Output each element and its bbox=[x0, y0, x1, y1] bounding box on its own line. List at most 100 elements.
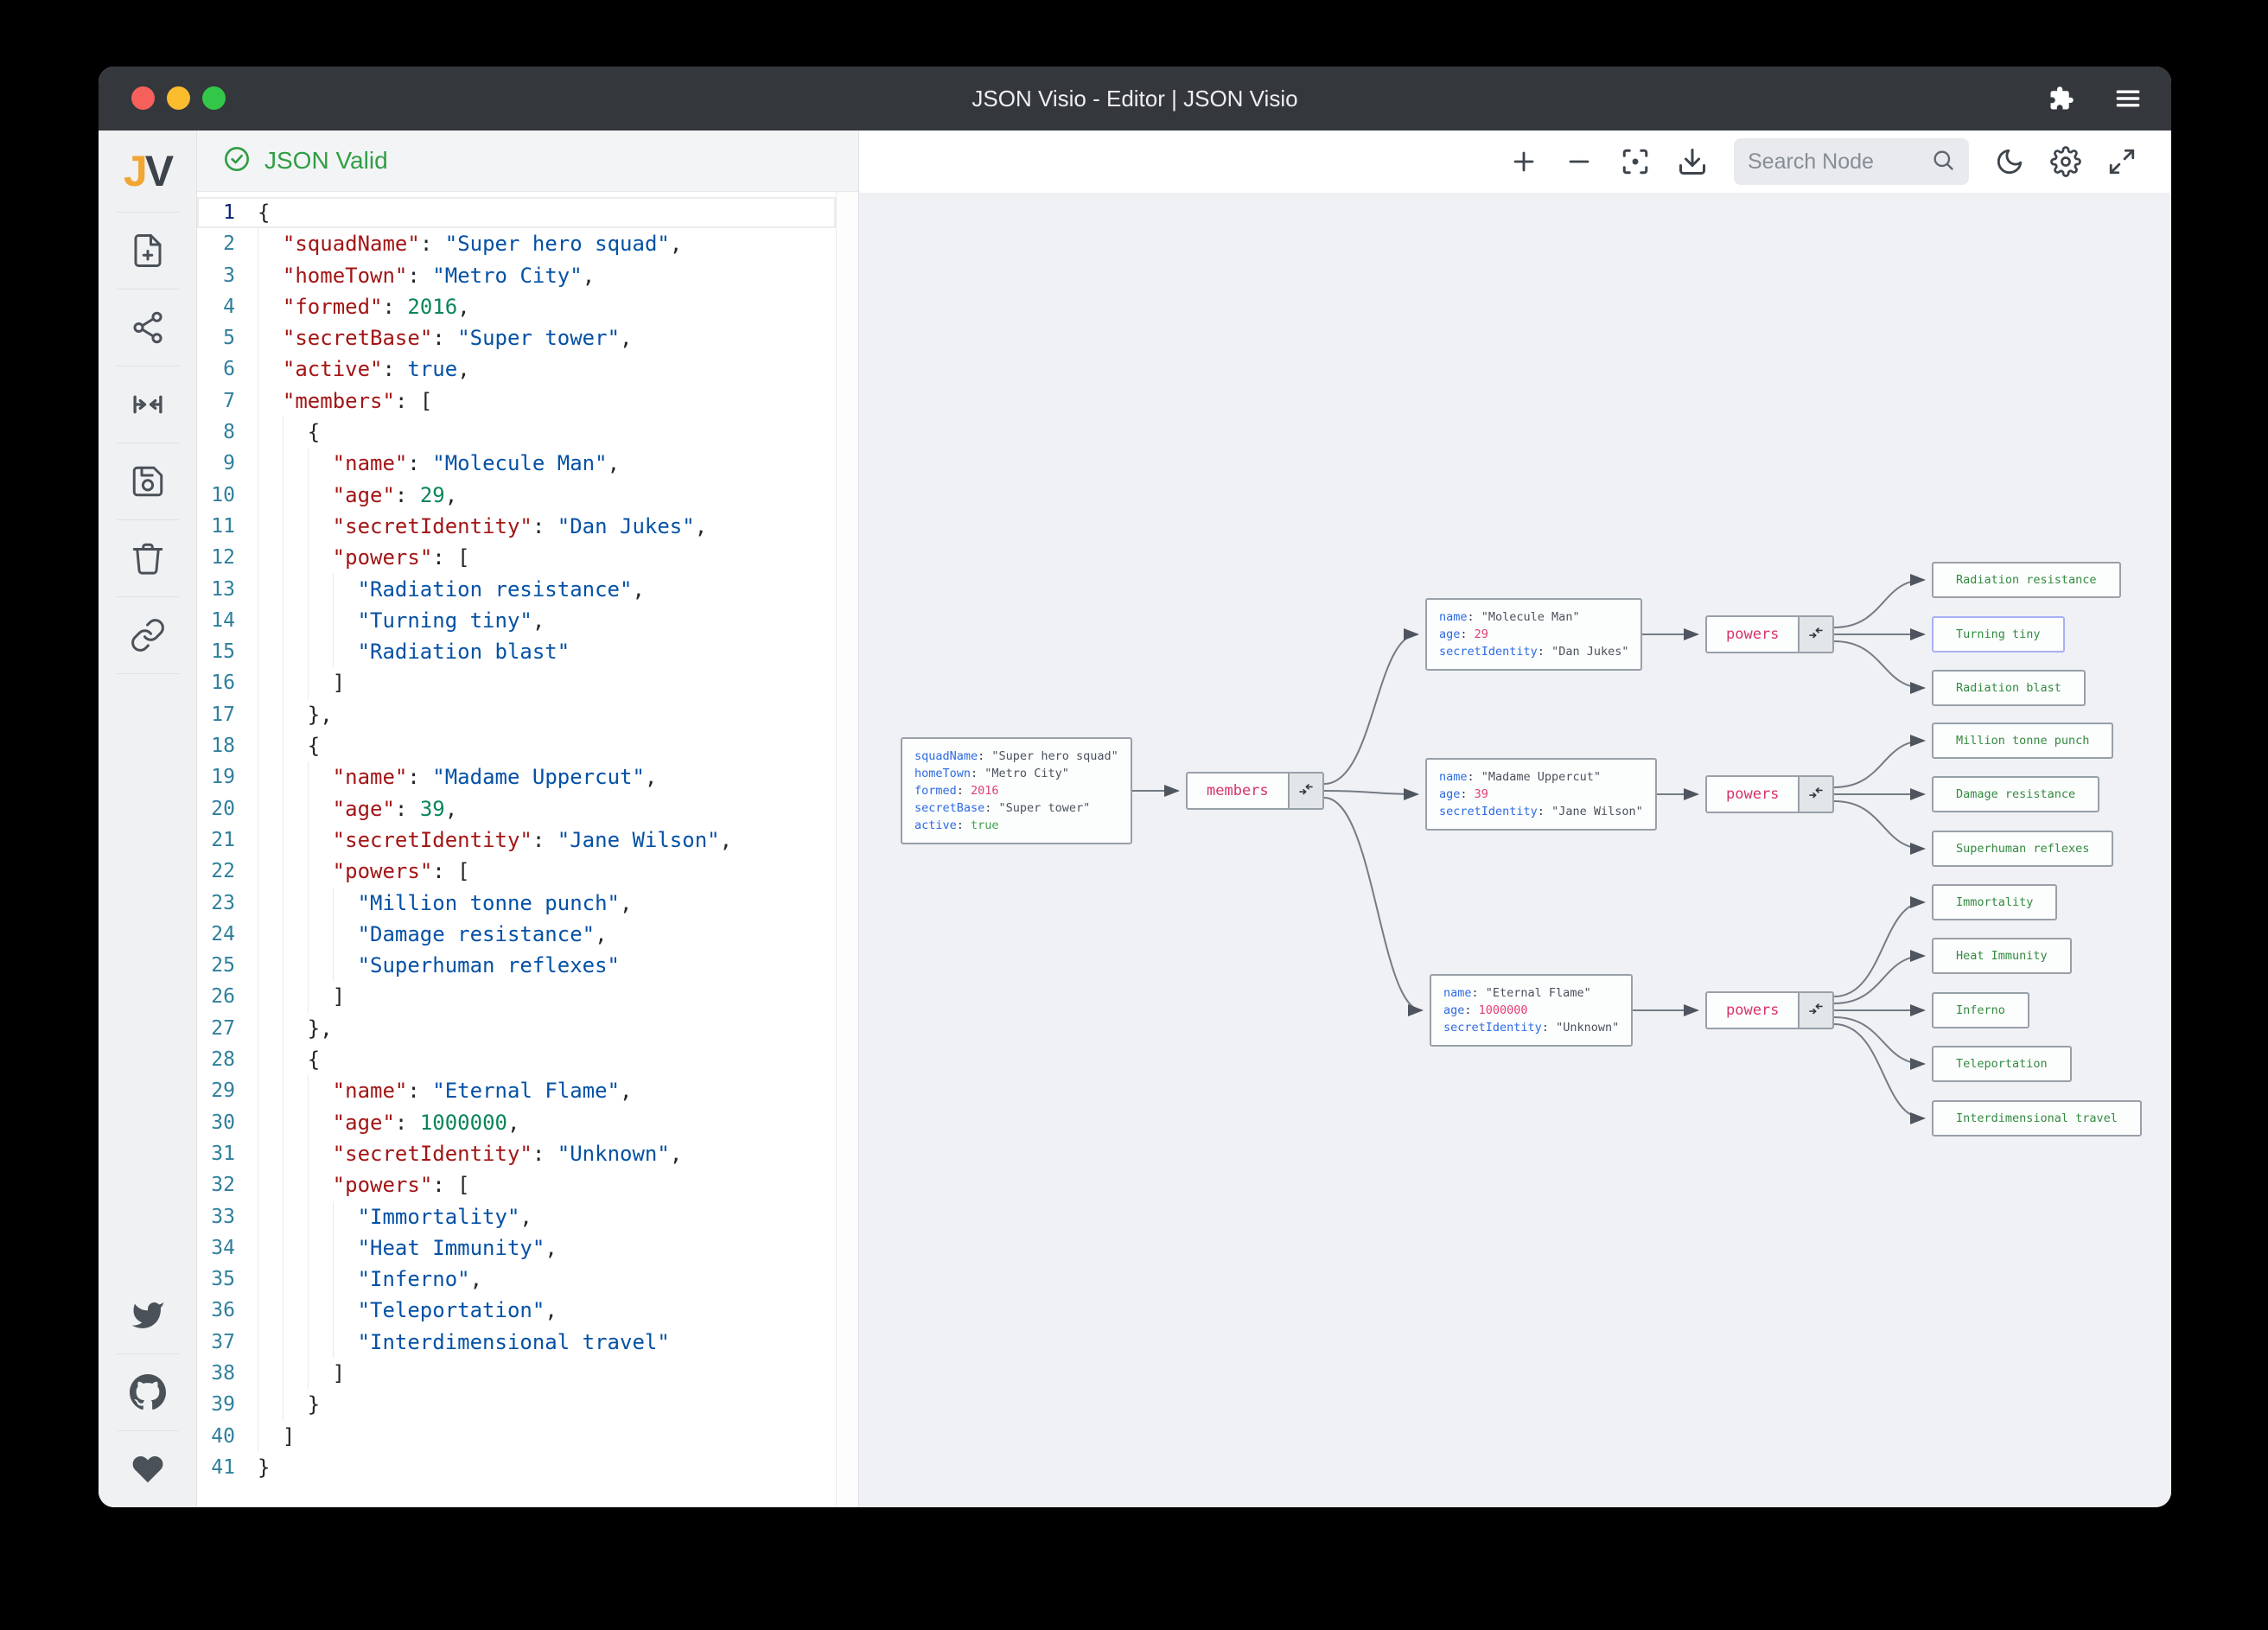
code-line[interactable]: 9 "name": "Molecule Man", bbox=[197, 448, 836, 480]
graph-leaf-node[interactable]: Heat Immunity bbox=[1932, 938, 2072, 974]
code-line[interactable]: 20 "age": 39, bbox=[197, 793, 836, 825]
code-line[interactable]: 32 "powers": [ bbox=[197, 1169, 836, 1201]
share-graph-button[interactable] bbox=[99, 290, 197, 366]
line-number: 35 bbox=[211, 1268, 235, 1291]
download-button[interactable] bbox=[1677, 146, 1708, 177]
dark-mode-button[interactable] bbox=[1995, 147, 2024, 176]
code-line[interactable]: 23 "Million tonne punch", bbox=[197, 887, 836, 919]
fullscreen-button[interactable] bbox=[2107, 147, 2137, 176]
graph-leaf-node[interactable]: Damage resistance bbox=[1932, 776, 2100, 812]
code-line[interactable]: 1{ bbox=[197, 197, 836, 228]
settings-button[interactable] bbox=[2050, 146, 2081, 177]
new-document-button[interactable] bbox=[99, 213, 197, 289]
graph-leaf-node[interactable]: Inferno bbox=[1932, 992, 2029, 1028]
github-button[interactable] bbox=[99, 1354, 197, 1430]
graph-leaf-node[interactable]: Superhuman reflexes bbox=[1932, 831, 2114, 867]
share-graph-icon bbox=[130, 309, 166, 346]
github-icon bbox=[129, 1374, 166, 1410]
sponsor-button[interactable] bbox=[99, 1431, 197, 1507]
code-line[interactable]: 29 "name": "Eternal Flame", bbox=[197, 1075, 836, 1107]
save-button[interactable] bbox=[99, 443, 197, 519]
graph-parent-node[interactable]: powers bbox=[1705, 991, 1835, 1029]
graph-parent-node[interactable]: powers bbox=[1705, 775, 1835, 813]
code-line[interactable]: 33 "Immortality", bbox=[197, 1200, 836, 1232]
code-line[interactable]: 36 "Teleportation", bbox=[197, 1295, 836, 1327]
code-line[interactable]: 24 "Damage resistance", bbox=[197, 918, 836, 951]
code-line[interactable]: 7 "members": [ bbox=[197, 385, 836, 417]
collapse-button[interactable] bbox=[1798, 617, 1833, 652]
line-number: 38 bbox=[211, 1361, 235, 1385]
link-icon bbox=[130, 617, 166, 653]
code-line[interactable]: 16] bbox=[197, 667, 836, 699]
graph-leaf-node[interactable]: Teleportation bbox=[1932, 1046, 2072, 1082]
graph-leaf-node[interactable]: Million tonne punch bbox=[1932, 723, 2114, 759]
menu-icon[interactable] bbox=[2114, 87, 2142, 110]
search-node-box[interactable] bbox=[1734, 138, 1969, 185]
code-line[interactable]: 10 "age": 29, bbox=[197, 479, 836, 511]
code-line[interactable]: 17}, bbox=[197, 698, 836, 731]
code-line[interactable]: 39} bbox=[197, 1389, 836, 1421]
focus-button[interactable] bbox=[1620, 146, 1651, 177]
code-line[interactable]: 31 "secretIdentity": "Unknown", bbox=[197, 1137, 836, 1170]
code-line[interactable]: 41} bbox=[197, 1452, 836, 1483]
line-number: 8 bbox=[223, 421, 235, 444]
editor-scrollbar[interactable] bbox=[836, 192, 858, 1507]
code-line[interactable]: 38] bbox=[197, 1357, 836, 1390]
graph-canvas[interactable]: squadName: "Super hero squad" homeTown: "… bbox=[859, 193, 2171, 1507]
collapse-button[interactable] bbox=[1798, 777, 1833, 812]
zoom-in-button[interactable] bbox=[1509, 147, 1539, 176]
graph-leaf-node[interactable]: Radiation blast bbox=[1932, 670, 2086, 706]
code-line[interactable]: 28{ bbox=[197, 1044, 836, 1076]
share-link-button[interactable] bbox=[99, 597, 197, 673]
graph-leaf-node[interactable]: Interdimensional travel bbox=[1932, 1100, 2142, 1137]
graph-object-node[interactable]: name: "Madame Uppercut" age: 39 secretIden… bbox=[1425, 758, 1657, 831]
line-number: 26 bbox=[211, 985, 235, 1009]
code-line[interactable]: 6 "active": true, bbox=[197, 353, 836, 385]
code-line[interactable]: 26] bbox=[197, 981, 836, 1013]
code-line[interactable]: 14 "Turning tiny", bbox=[197, 604, 836, 637]
code-line[interactable]: 12 "powers": [ bbox=[197, 542, 836, 574]
graph-object-node[interactable]: name: "Eternal Flame" age: 1000000 secretI… bbox=[1430, 974, 1634, 1047]
line-number: 18 bbox=[211, 735, 235, 758]
code-line[interactable]: 19 "name": "Madame Uppercut", bbox=[197, 761, 836, 793]
code-line[interactable]: 35 "Inferno", bbox=[197, 1264, 836, 1296]
extension-icon[interactable] bbox=[2048, 86, 2074, 111]
heart-icon bbox=[131, 1452, 165, 1487]
code-line[interactable]: 18{ bbox=[197, 730, 836, 762]
graph-parent-node[interactable]: powers bbox=[1705, 615, 1835, 653]
code-line[interactable]: 15 "Radiation blast" bbox=[197, 636, 836, 668]
twitter-button[interactable] bbox=[99, 1277, 197, 1353]
code-line[interactable]: 40] bbox=[197, 1420, 836, 1452]
graph-leaf-node[interactable]: Immortality bbox=[1932, 884, 2058, 920]
code-line[interactable]: 4 "formed": 2016, bbox=[197, 290, 836, 323]
code-line[interactable]: 27}, bbox=[197, 1012, 836, 1045]
search-node-input[interactable] bbox=[1748, 149, 1922, 175]
code-line[interactable]: 37 "Interdimensional travel" bbox=[197, 1326, 836, 1358]
code-line[interactable]: 8{ bbox=[197, 417, 836, 449]
code-line[interactable]: 5 "secretBase": "Super tower", bbox=[197, 322, 836, 354]
code-line[interactable]: 2 "squadName": "Super hero squad", bbox=[197, 228, 836, 260]
code-editor[interactable]: 1{2 "squadName": "Super hero squad", 3 "hom… bbox=[197, 192, 858, 1507]
graph-object-node[interactable]: name: "Molecule Man" age: 29 secretIdentit… bbox=[1425, 598, 1643, 671]
app-logo[interactable]: JV bbox=[99, 131, 196, 212]
delete-button[interactable] bbox=[99, 520, 197, 596]
code-line[interactable]: 21 "secretIdentity": "Jane Wilson", bbox=[197, 824, 836, 856]
graph-leaf-node[interactable]: Radiation resistance bbox=[1932, 562, 2121, 598]
code-line[interactable]: 22 "powers": [ bbox=[197, 856, 836, 888]
node-entry: active: true bbox=[914, 818, 999, 832]
code-line[interactable]: 3 "homeTown": "Metro City", bbox=[197, 259, 836, 291]
code-line[interactable]: 34 "Heat Immunity", bbox=[197, 1232, 836, 1264]
code-line[interactable]: 13 "Radiation resistance", bbox=[197, 573, 836, 605]
zoom-out-button[interactable] bbox=[1564, 147, 1594, 176]
collapse-button[interactable] bbox=[1287, 774, 1322, 808]
graph-leaf-node[interactable]: Turning tiny bbox=[1932, 616, 2065, 653]
graph-parent-node[interactable]: members bbox=[1186, 772, 1324, 810]
center-fit-button[interactable] bbox=[99, 366, 197, 443]
collapse-button[interactable] bbox=[1798, 993, 1833, 1028]
graph-object-node[interactable]: squadName: "Super hero squad" homeTown: "… bbox=[901, 737, 1132, 844]
code-line[interactable]: 25 "Superhuman reflexes" bbox=[197, 950, 836, 982]
code-line[interactable]: 11 "secretIdentity": "Dan Jukes", bbox=[197, 510, 836, 543]
code-line[interactable]: 30 "age": 1000000, bbox=[197, 1106, 836, 1138]
search-icon bbox=[1931, 148, 1955, 176]
line-number: 29 bbox=[211, 1079, 235, 1103]
